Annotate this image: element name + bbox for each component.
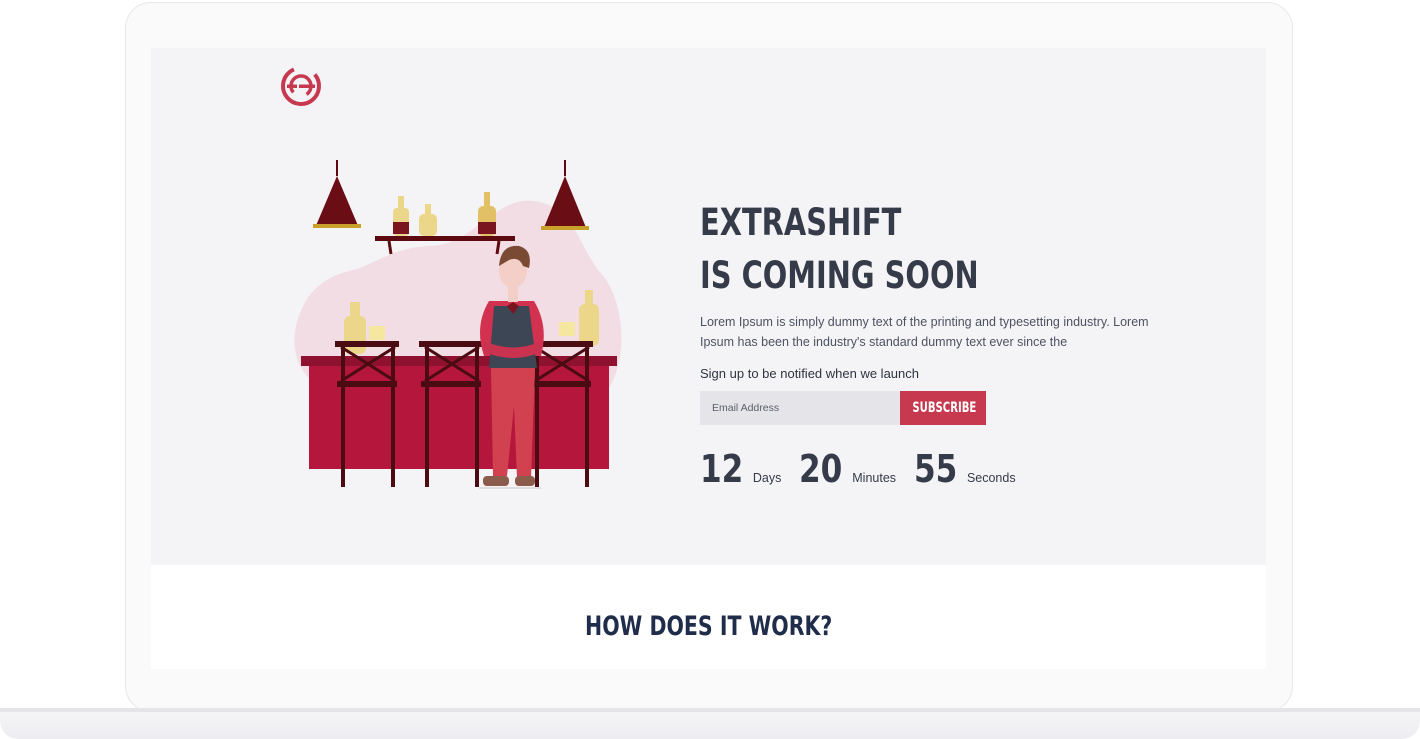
countdown-seconds-value: 55 [914, 447, 958, 491]
countdown-seconds: 55 Seconds [914, 447, 1016, 491]
countdown: 12 Days 20 Minutes 55 Seconds [700, 447, 1220, 491]
countdown-days-value: 12 [700, 447, 744, 491]
countdown-seconds-label: Seconds [966, 471, 1016, 485]
subscribe-button-label: SUBSCRIBE [912, 400, 977, 416]
countdown-days: 12 Days [700, 447, 781, 491]
subscribe-button[interactable]: SUBSCRIBE [900, 391, 986, 425]
countdown-minutes-value: 20 [799, 447, 843, 491]
hero-content: EXTRASHIFT IS COMING SOON Lorem Ipsum is… [700, 196, 1220, 491]
hero-section: EXTRASHIFT IS COMING SOON Lorem Ipsum is… [151, 48, 1266, 565]
hero-headline-line2: IS COMING SOON [700, 254, 979, 297]
countdown-minutes-label: Minutes [852, 471, 897, 485]
bartender-illustration [294, 160, 622, 489]
how-it-works-title-text: HOW DOES IT WORK? [584, 611, 833, 642]
screen: EXTRASHIFT IS COMING SOON Lorem Ipsum is… [151, 48, 1266, 669]
hero-description: Lorem Ipsum is simply dummy text of the … [700, 315, 1149, 349]
how-it-works-title: HOW DOES IT WORK? [151, 611, 1266, 642]
how-it-works-section: HOW DOES IT WORK? [151, 565, 1266, 669]
laptop-base [0, 708, 1420, 739]
subscribe-form: SUBSCRIBE [700, 391, 1220, 425]
email-field[interactable] [700, 391, 900, 425]
countdown-days-label: Days [752, 471, 782, 485]
brand-logo-icon[interactable] [279, 64, 323, 108]
signup-label: Sign up to be notified when we launch [700, 366, 919, 381]
countdown-minutes: 20 Minutes [799, 447, 896, 491]
hero-headline-line1: EXTRASHIFT [700, 201, 902, 244]
